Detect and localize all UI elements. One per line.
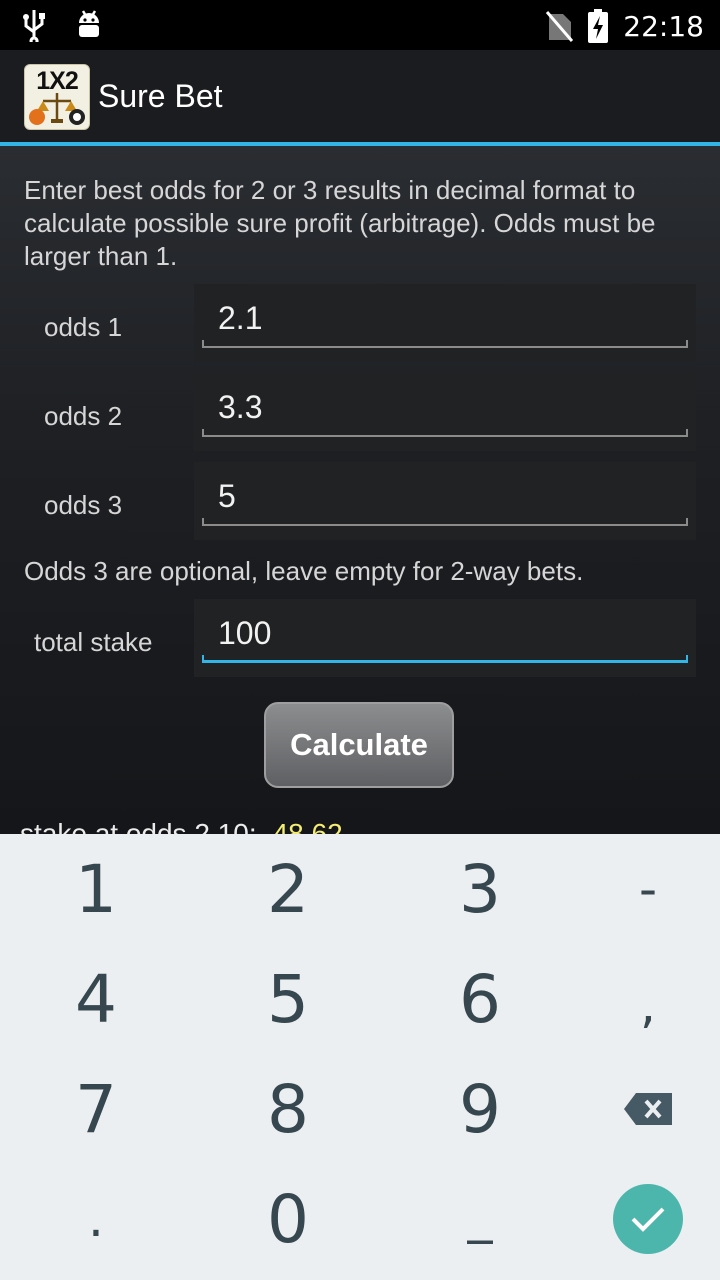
key-underscore[interactable]: _ (390, 1160, 570, 1270)
battery-charging-icon (588, 9, 609, 43)
app-logo-icon[interactable]: 1X2 (24, 64, 90, 130)
stake-field-container (194, 599, 696, 677)
key-minus[interactable]: - (558, 834, 720, 944)
key-1[interactable]: 1 (6, 834, 186, 944)
key-7[interactable]: 7 (6, 1054, 186, 1164)
odds1-label: odds 1 (44, 312, 123, 342)
stake-label: total stake (34, 627, 153, 657)
odds3-input[interactable] (194, 462, 696, 540)
main-content: Enter best odds for 2 or 3 results in de… (0, 146, 720, 836)
backspace-key[interactable] (558, 1054, 720, 1164)
action-bar: 1X2 Sure Bet (0, 50, 720, 146)
key-comma[interactable]: , (558, 950, 720, 1060)
no-sim-icon (546, 11, 574, 42)
intro-text: Enter best odds for 2 or 3 results in de… (24, 175, 656, 271)
key-dot[interactable]: . (6, 1164, 186, 1274)
backspace-icon (624, 1093, 672, 1125)
odds2-input[interactable] (194, 373, 696, 451)
key-6[interactable]: 6 (390, 944, 570, 1054)
key-2[interactable]: 2 (198, 834, 378, 944)
key-5[interactable]: 5 (198, 944, 378, 1054)
check-icon (631, 1207, 665, 1232)
app-title: Sure Bet (98, 78, 223, 114)
key-0[interactable]: 0 (198, 1164, 378, 1274)
optional-note: Odds 3 are optional, leave empty for 2-w… (24, 556, 584, 586)
odds3-underline (202, 518, 688, 526)
key-8[interactable]: 8 (198, 1054, 378, 1164)
odds1-input[interactable] (194, 284, 696, 362)
status-time: 22:18 (623, 9, 704, 43)
odds2-underline (202, 429, 688, 437)
odds3-field-container (194, 462, 696, 540)
android-debug-icon (79, 10, 99, 37)
done-key[interactable] (558, 1164, 720, 1274)
key-4[interactable]: 4 (6, 944, 186, 1054)
usb-icon (23, 10, 45, 42)
odds1-field-container (194, 284, 696, 362)
odds2-label: odds 2 (44, 401, 123, 431)
status-bar: 22:18 (0, 0, 720, 50)
stake-input[interactable] (194, 599, 696, 677)
key-3[interactable]: 3 (390, 834, 570, 944)
odds3-label: odds 3 (44, 490, 123, 520)
key-9[interactable]: 9 (390, 1054, 570, 1164)
numeric-keyboard: 1 2 3 - 4 5 6 , 7 8 9 . 0 _ (0, 834, 720, 1280)
done-button[interactable] (613, 1184, 683, 1254)
calculate-button[interactable]: Calculate (264, 702, 454, 788)
stake-underline (202, 655, 688, 663)
odds1-underline (202, 340, 688, 348)
odds2-field-container (194, 373, 696, 451)
